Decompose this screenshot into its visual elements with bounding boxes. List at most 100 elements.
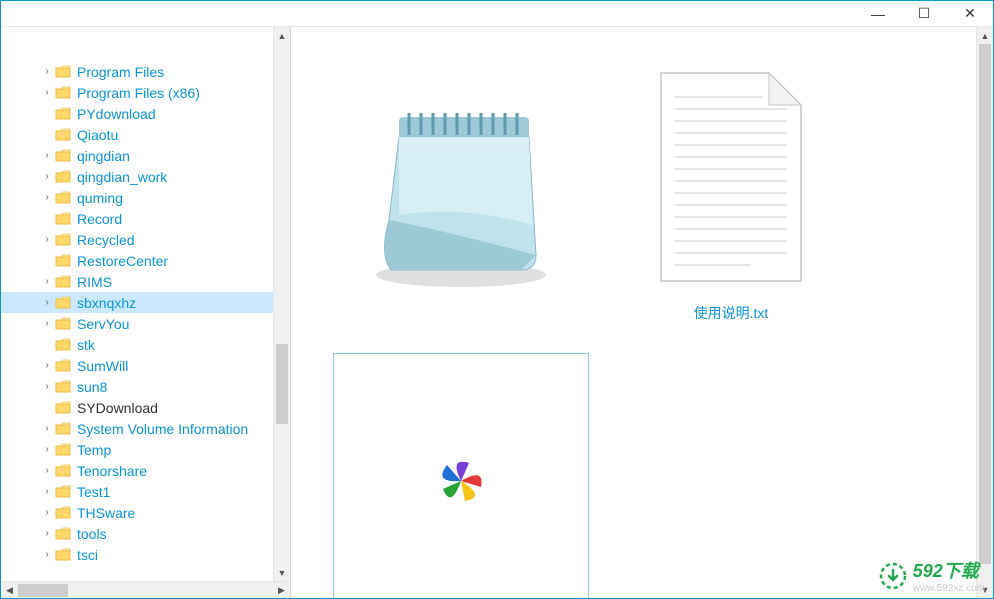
tree-item-label: sbxnqxhz xyxy=(77,295,136,311)
files-vertical-scrollbar[interactable]: ▲ ▼ xyxy=(976,27,993,598)
minimize-button[interactable]: — xyxy=(855,1,901,27)
chevron-right-icon[interactable]: › xyxy=(39,444,55,455)
folder-icon xyxy=(55,422,71,436)
tree-item-label: qingdian_work xyxy=(77,169,167,185)
tree-item[interactable]: ›THSware xyxy=(1,502,290,523)
tree-item[interactable]: › qingdian_work xyxy=(1,166,290,187)
tree-item[interactable]: ›SYDownload xyxy=(1,397,290,418)
folder-tree-pane: ›Program Files›Program Files (x86)›PYdow… xyxy=(1,27,291,598)
tree-item[interactable]: ›stk xyxy=(1,334,290,355)
tree-item[interactable]: ›Qiaotu xyxy=(1,124,290,145)
chevron-right-icon[interactable]: › xyxy=(39,486,55,497)
chevron-right-icon[interactable]: › xyxy=(39,381,55,392)
chevron-right-icon[interactable]: › xyxy=(39,507,55,518)
tree-item[interactable]: ›Temp xyxy=(1,439,290,460)
tree-item[interactable]: ›PYdownload xyxy=(1,103,290,124)
folder-icon xyxy=(55,464,71,478)
chevron-right-icon[interactable]: › xyxy=(39,171,55,182)
tree-item-label: tsci xyxy=(77,547,98,563)
folder-icon xyxy=(55,548,71,562)
folder-icon xyxy=(55,65,71,79)
chevron-right-icon[interactable]: › xyxy=(39,360,55,371)
tree-item-label: Record xyxy=(77,211,122,227)
tree-item-label: RestoreCenter xyxy=(77,253,168,269)
tree-item-label: SYDownload xyxy=(77,400,158,416)
tree-item-label: SumWill xyxy=(77,358,128,374)
folder-icon xyxy=(55,506,71,520)
file-tile-readme[interactable]: 使用说明.txt xyxy=(631,57,831,323)
folder-icon xyxy=(55,296,71,310)
folder-icon xyxy=(55,107,71,121)
file-tile-notepad[interactable] xyxy=(321,57,601,319)
files-pane: 使用说明.txt xyxy=(291,27,993,598)
tree-item[interactable]: ›RestoreCenter xyxy=(1,250,290,271)
scroll-left-arrow-icon[interactable]: ◀ xyxy=(1,582,18,598)
tree-item-label: Test1 xyxy=(77,484,110,500)
tree-item-label: stk xyxy=(77,337,95,353)
folder-icon xyxy=(55,380,71,394)
scroll-thumb[interactable] xyxy=(18,584,68,597)
tree-item[interactable]: › Test1 xyxy=(1,481,290,502)
tree-item[interactable]: ›qingdian xyxy=(1,145,290,166)
tree-item[interactable]: › sun8 xyxy=(1,376,290,397)
folder-icon xyxy=(55,149,71,163)
folder-icon xyxy=(55,254,71,268)
watermark-brand: 592下载 xyxy=(913,561,979,581)
tree-item[interactable]: ›Program Files (x86) xyxy=(1,82,290,103)
tree-item[interactable]: ›Recycled xyxy=(1,229,290,250)
maximize-button[interactable]: ☐ xyxy=(901,1,947,27)
titlebar: — ☐ ✕ xyxy=(1,1,993,27)
scroll-up-arrow-icon[interactable]: ▲ xyxy=(274,27,290,44)
chevron-right-icon[interactable]: › xyxy=(39,192,55,203)
tree-item[interactable]: ›Record xyxy=(1,208,290,229)
scroll-right-arrow-icon[interactable]: ▶ xyxy=(273,582,290,598)
tree-vertical-scrollbar[interactable]: ▲ ▼ xyxy=(273,27,290,581)
folder-icon xyxy=(55,233,71,247)
tree-item[interactable]: ›System Volume Information xyxy=(1,418,290,439)
tree-item-label: tools xyxy=(77,526,107,542)
tree-item-label: Qiaotu xyxy=(77,127,118,143)
close-button[interactable]: ✕ xyxy=(947,1,993,27)
content-area: ›Program Files›Program Files (x86)›PYdow… xyxy=(1,27,993,598)
folder-icon xyxy=(55,338,71,352)
tree-item[interactable]: › tsci xyxy=(1,544,290,565)
tree-item[interactable]: › sbxnqxhz xyxy=(1,292,290,313)
scroll-thumb[interactable] xyxy=(276,344,288,424)
chevron-right-icon[interactable]: › xyxy=(39,465,55,476)
tree-item[interactable]: ›Program Files xyxy=(1,61,290,82)
scroll-thumb[interactable] xyxy=(979,44,991,564)
tree-item[interactable]: › SumWill xyxy=(1,355,290,376)
file-tile-app[interactable] xyxy=(321,353,601,598)
scroll-up-arrow-icon[interactable]: ▲ xyxy=(977,27,993,44)
chevron-right-icon[interactable]: › xyxy=(39,423,55,434)
notepad-icon xyxy=(333,57,589,313)
chevron-right-icon[interactable]: › xyxy=(39,87,55,98)
tree-item-label: PYdownload xyxy=(77,106,156,122)
tree-item[interactable]: ›ServYou xyxy=(1,313,290,334)
watermark-icon xyxy=(879,562,907,590)
chevron-right-icon[interactable]: › xyxy=(39,150,55,161)
tree-item[interactable]: ›quming xyxy=(1,187,290,208)
chevron-right-icon[interactable]: › xyxy=(39,234,55,245)
chevron-right-icon[interactable]: › xyxy=(39,276,55,287)
tree-horizontal-scrollbar[interactable]: ◀ ▶ xyxy=(1,581,290,598)
tree-item[interactable]: ›RIMS xyxy=(1,271,290,292)
chevron-right-icon[interactable]: › xyxy=(39,318,55,329)
watermark: 592下载 www.592xz.com xyxy=(879,557,985,594)
chevron-right-icon[interactable]: › xyxy=(39,549,55,560)
watermark-sub: www.592xz.com xyxy=(913,583,985,594)
folder-icon xyxy=(55,401,71,415)
tree-item[interactable]: › tools xyxy=(1,523,290,544)
folder-icon xyxy=(55,86,71,100)
chevron-right-icon[interactable]: › xyxy=(39,297,55,308)
tree-item[interactable]: ›Tenorshare xyxy=(1,460,290,481)
chevron-right-icon[interactable]: › xyxy=(39,66,55,77)
folder-tree[interactable]: ›Program Files›Program Files (x86)›PYdow… xyxy=(1,27,290,565)
chevron-right-icon[interactable]: › xyxy=(39,528,55,539)
tree-item-label: sun8 xyxy=(77,379,107,395)
folder-icon xyxy=(55,191,71,205)
scroll-down-arrow-icon[interactable]: ▼ xyxy=(274,564,290,581)
pinwheel-icon xyxy=(333,353,589,598)
folder-icon xyxy=(55,443,71,457)
app-window: — ☐ ✕ ›Program Files›Program Files (x86)… xyxy=(0,0,994,599)
